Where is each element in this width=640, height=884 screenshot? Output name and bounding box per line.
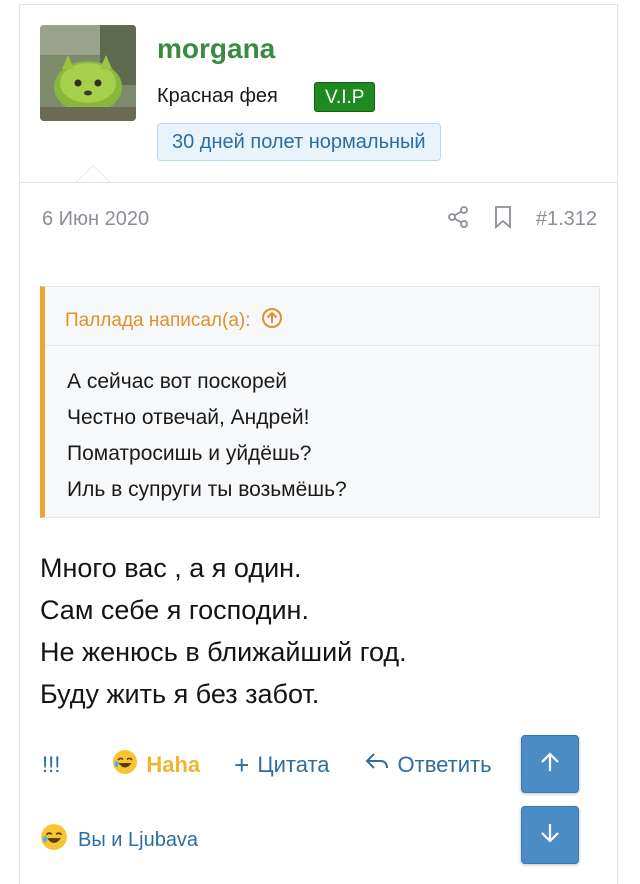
- quote-text: А сейчас вот поскорей Честно отвечай, Ан…: [67, 364, 347, 508]
- quote-label: Цитата: [257, 752, 330, 777]
- username[interactable]: morgana: [157, 33, 275, 65]
- quote-line: Поматросишь и уйдёшь?: [67, 442, 312, 465]
- quote-line: Иль в супруги ты возьмёшь?: [67, 478, 347, 501]
- arrow-notch: [75, 165, 111, 183]
- arrow-down-icon: [537, 820, 563, 851]
- status-badge: 30 дней полет нормальный: [157, 123, 441, 161]
- quote-line: Честно отвечай, Андрей!: [67, 406, 310, 429]
- scroll-down-button[interactable]: [521, 806, 579, 864]
- quote-author[interactable]: Паллада написал(а):: [65, 310, 251, 332]
- bookmark-icon[interactable]: [492, 205, 514, 234]
- post-date[interactable]: 6 Июн 2020: [42, 208, 149, 231]
- divider: [20, 182, 617, 183]
- body-line: Буду жить я без забот.: [40, 679, 320, 709]
- quote-button[interactable]: + Цитата: [234, 752, 329, 778]
- reaction-button[interactable]: Haha: [112, 749, 200, 781]
- post-actions: !!! Haha + Цитата Ответить: [42, 749, 526, 781]
- laughing-emoji-icon: [112, 749, 138, 781]
- post-number[interactable]: #1.312: [536, 208, 597, 231]
- quote-block: Паллада написал(а): А сейчас вот поскоре…: [40, 286, 600, 518]
- reaction-label: Haha: [146, 752, 201, 777]
- vip-badge: V.I.P: [314, 82, 376, 112]
- plus-icon: +: [234, 750, 250, 780]
- reply-label: Ответить: [397, 752, 492, 777]
- reply-arrow-icon: [364, 751, 390, 779]
- body-line: Не женюсь в ближайший год.: [40, 637, 407, 667]
- report-link[interactable]: !!!: [42, 752, 60, 778]
- reactions-label: Вы и Ljubava: [78, 828, 199, 851]
- scroll-up-button[interactable]: [521, 735, 579, 793]
- arrow-up-circle-icon[interactable]: [261, 307, 283, 335]
- user-title: Красная фея: [157, 85, 278, 107]
- laughing-emoji-icon: [40, 823, 68, 857]
- share-icon[interactable]: [446, 205, 470, 234]
- body-line: Много вас , а я один.: [40, 553, 302, 583]
- post-meta-tools: #1.312: [446, 205, 597, 234]
- arrow-up-icon: [537, 749, 563, 780]
- user-block: morgana Красная фея V.I.P 30 дней полет …: [20, 5, 617, 183]
- quote-separator: [45, 345, 599, 346]
- post-body: Много вас , а я один. Сам себе я господи…: [40, 547, 407, 715]
- reactions-summary[interactable]: Вы и Ljubava: [40, 823, 198, 857]
- avatar[interactable]: [40, 25, 136, 121]
- quote-line: А сейчас вот поскорей: [67, 370, 288, 393]
- body-line: Сам себе я господин.: [40, 595, 309, 625]
- reply-button[interactable]: Ответить: [364, 751, 492, 779]
- report-label: !!!: [42, 752, 61, 777]
- quote-header[interactable]: Паллада написал(а):: [65, 307, 283, 335]
